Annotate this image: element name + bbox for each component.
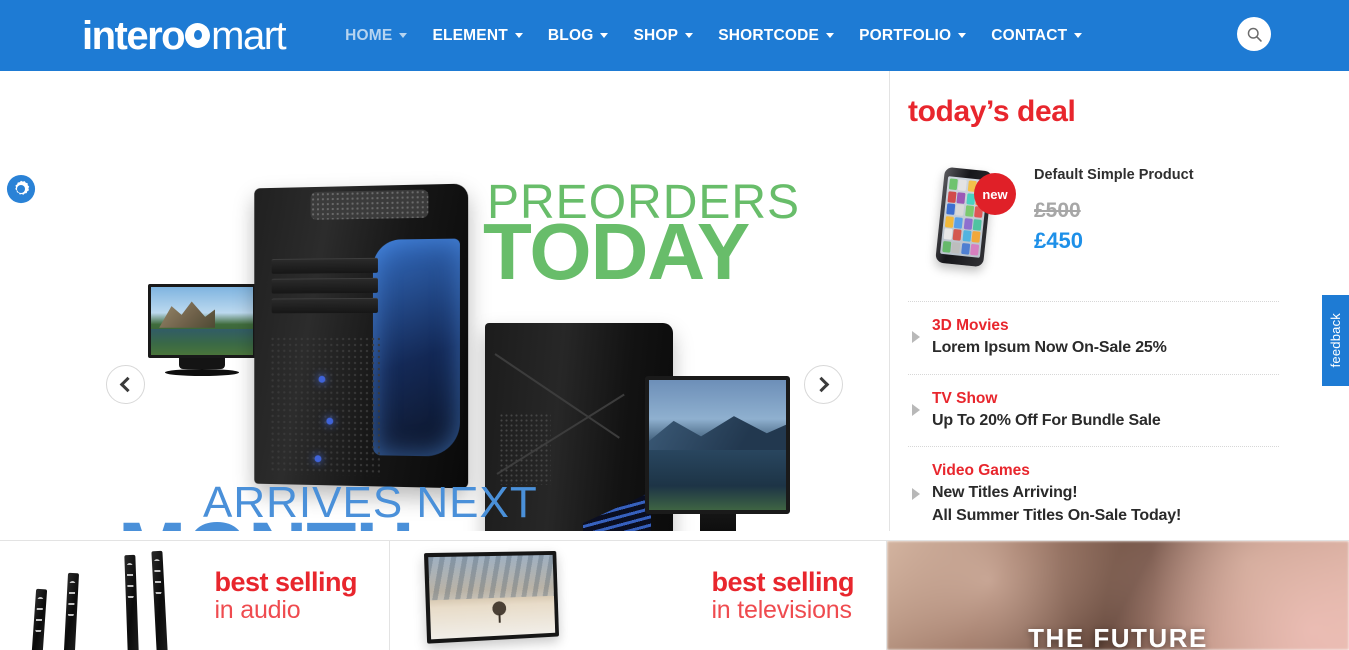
main-navigation: HOME ELEMENT BLOG SHOP SHORTCODE PORTFOL…	[345, 26, 1083, 45]
deal-description: New Titles Arriving!	[932, 484, 1078, 502]
chevron-down-icon	[600, 33, 609, 38]
logo-light-text: mart	[211, 13, 287, 58]
nav-item-portfolio[interactable]: PORTFOLIO	[859, 26, 967, 45]
deal-list-item[interactable]: Video Games New Titles Arriving! All Sum…	[908, 446, 1279, 541]
slide-headline-today: TODAY	[483, 207, 750, 296]
circle-dot-icon	[185, 22, 211, 48]
nav-item-contact[interactable]: CONTACT	[991, 26, 1083, 45]
deal-list: 3D Movies Lorem Ipsum Now On-Sale 25% TV…	[908, 301, 1279, 542]
deal-list-item[interactable]: TV Show Up To 20% Off For Bundle Sale	[908, 373, 1279, 447]
smartphone-icon: new	[908, 161, 1018, 273]
deal-category: TV Show	[932, 389, 998, 407]
nav-label: SHOP	[633, 26, 679, 44]
nav-label: ELEMENT	[432, 26, 508, 44]
nav-item-blog[interactable]: BLOG	[548, 27, 609, 45]
nav-label: CONTACT	[991, 26, 1068, 44]
deal-new-price: £450	[1034, 228, 1083, 253]
deal-product-name: Default Simple Product	[1034, 167, 1194, 183]
deal-description: Up To 20% Off For Bundle Sale	[932, 411, 1161, 429]
nav-item-shop[interactable]: SHOP	[633, 26, 694, 45]
nav-label: BLOG	[547, 26, 594, 44]
hero-slide: PREORDERS TODAY ARRIVES NEXT MONTH	[0, 71, 889, 531]
deal-category: 3D Movies	[932, 317, 1009, 334]
deal-category: Video Games	[932, 462, 1030, 480]
slider-next-button[interactable]	[804, 365, 843, 404]
tower-speakers-icon	[20, 541, 195, 650]
nav-label: PORTFOLIO	[859, 26, 952, 44]
search-button[interactable]	[1237, 17, 1271, 51]
slider-prev-button[interactable]	[106, 365, 145, 404]
triangle-bullet-icon	[912, 331, 920, 344]
feedback-tab[interactable]: feedback	[1322, 295, 1349, 386]
chevron-down-icon	[1074, 33, 1083, 38]
chevron-down-icon	[685, 33, 694, 38]
chevron-down-icon	[514, 33, 523, 38]
settings-toggle-button[interactable]	[6, 174, 36, 204]
monitor-landscape-image	[148, 284, 256, 376]
triangle-bullet-icon	[912, 404, 920, 417]
nav-item-home[interactable]: HOME	[345, 26, 408, 45]
widescreen-monitor-image	[645, 376, 790, 531]
nav-item-element[interactable]: ELEMENT	[432, 26, 523, 45]
promo-subtitle: in audio	[214, 595, 301, 624]
feedback-tab-label: feedback	[1328, 313, 1343, 368]
featured-deal-product[interactable]: new Default Simple Product £500 £450	[908, 161, 1279, 273]
nav-label: SHORTCODE	[718, 26, 820, 44]
nav-item-shortcode[interactable]: SHORTCODE	[718, 26, 835, 45]
promo-row: best selling in audio best selling in te…	[0, 540, 1349, 650]
deal-old-price: £500	[1034, 199, 1081, 222]
promo-subtitle: in televisions	[711, 595, 852, 624]
site-logo[interactable]: intero mart	[82, 13, 287, 58]
deal-description: All Summer Titles On-Sale Today!	[932, 507, 1182, 525]
chevron-right-icon	[813, 376, 830, 393]
promo-title: best selling	[711, 567, 854, 598]
pc-tower-blue-window-image	[254, 183, 469, 489]
promo-best-selling-televisions[interactable]: best selling in televisions	[390, 541, 887, 650]
homepage: intero mart HOME ELEMENT BLOG SHOP SHORTC…	[0, 0, 1349, 650]
promo-the-future-banner[interactable]: THE FUTURE	[887, 541, 1349, 650]
chevron-down-icon	[399, 33, 408, 38]
search-icon	[1247, 27, 1262, 42]
logo-bold-text: intero	[82, 13, 186, 58]
site-header: intero mart HOME ELEMENT BLOG SHOP SHORTC…	[0, 0, 1349, 71]
future-banner-text: THE FUTURE	[1028, 623, 1208, 650]
gear-icon	[6, 174, 36, 204]
triangle-bullet-icon	[912, 488, 920, 501]
deal-list-item[interactable]: 3D Movies Lorem Ipsum Now On-Sale 25%	[908, 301, 1279, 374]
chevron-down-icon	[958, 33, 967, 38]
chevron-down-icon	[826, 33, 835, 38]
television-icon	[420, 544, 570, 648]
deal-description: Lorem Ipsum Now On-Sale 25%	[932, 339, 1167, 356]
slide-headline-month: MONTH	[118, 511, 415, 532]
promo-title: best selling	[214, 567, 357, 598]
promo-best-selling-audio[interactable]: best selling in audio	[0, 541, 390, 650]
chevron-left-icon	[119, 376, 136, 393]
nav-label: HOME	[345, 26, 393, 44]
todays-deal-title: today’s deal	[908, 95, 1076, 128]
hero-slider[interactable]: PREORDERS TODAY ARRIVES NEXT MONTH	[0, 71, 890, 531]
new-badge: new	[974, 173, 1016, 215]
